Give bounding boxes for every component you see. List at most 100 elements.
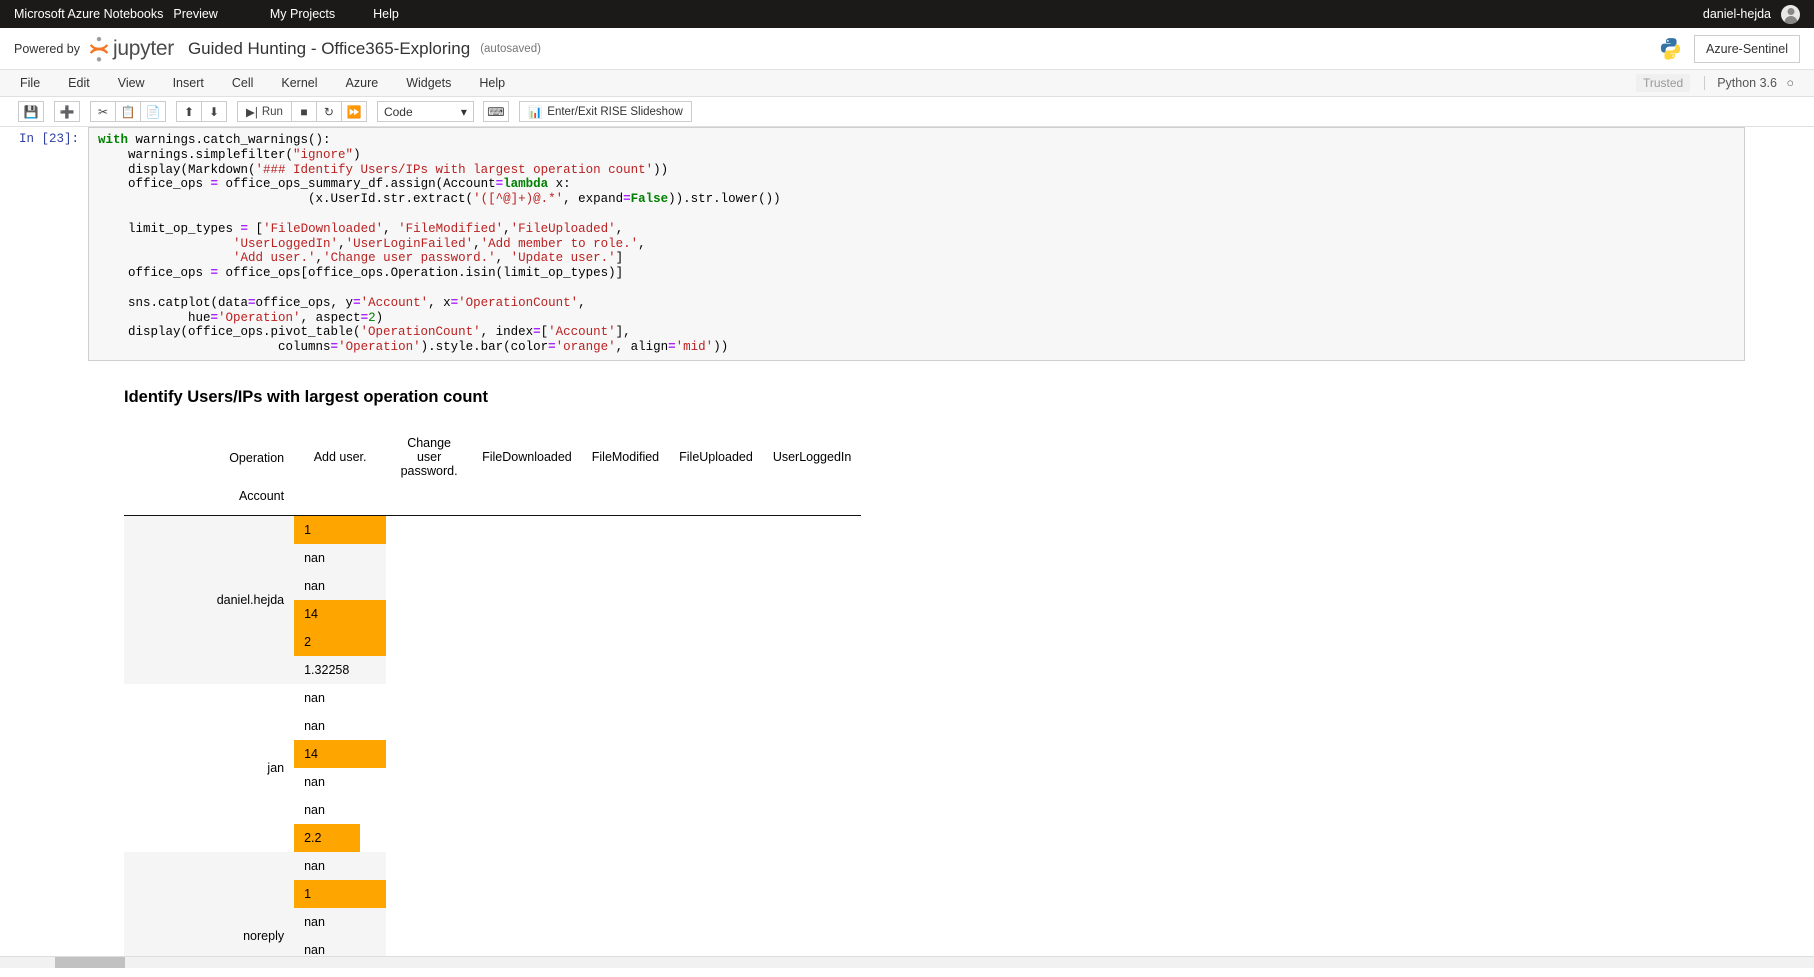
horizontal-scrollbar[interactable] [0, 956, 1814, 968]
pivot-index-spacer-1 [386, 487, 472, 516]
keyboard-icon[interactable]: ⌨ [482, 101, 509, 122]
output-pivot-table-wrap: Operation Add user. Change user password… [124, 429, 1780, 968]
pivot-col-add-user: Add user. [313, 449, 367, 464]
autosave-status: (autosaved) [480, 42, 541, 55]
rise-chart-icon: 📊 [527, 106, 543, 119]
pivot-index-spacer-5 [763, 487, 862, 516]
paste-icon[interactable]: 📄 [140, 101, 166, 122]
table-cell: 1 [294, 515, 387, 544]
kernel-idle-circle-icon: ○ [1786, 76, 1794, 90]
code-source[interactable]: with warnings.catch_warnings(): warnings… [98, 133, 1735, 355]
chevron-down-icon: ▾ [460, 104, 467, 119]
fast-forward-icon[interactable]: ⏩ [340, 101, 367, 122]
pivot-index-spacer-2 [472, 487, 582, 516]
menu-insert[interactable]: Insert [173, 76, 204, 90]
cell-prompt: In [23]: [18, 132, 79, 146]
python-logo-icon [1660, 38, 1681, 60]
kernel-name-text: Python 3.6 [1717, 76, 1777, 90]
pivot-header-row: Operation Add user. Change user password… [124, 429, 861, 487]
restart-circular-arrow-icon[interactable]: ↻ [315, 101, 342, 122]
table-cell: nan [294, 796, 386, 824]
table-cell: nan [294, 572, 386, 600]
table-cell-value: nan [304, 578, 325, 593]
table-cell-value: nan [304, 914, 325, 929]
table-cell-value: nan [304, 942, 325, 957]
pivot-index-account-label: Account [238, 488, 285, 503]
toolbar-group-run: ▶| Run ■ ↻ ⏩ [237, 101, 367, 122]
menu-kernel[interactable]: Kernel [281, 76, 317, 90]
user-avatar-icon[interactable] [1781, 4, 1800, 24]
rise-slideshow-label: Enter/Exit RISE Slideshow [547, 105, 683, 118]
table-cell: 2 [294, 627, 387, 656]
scissors-icon[interactable]: ✂ [90, 101, 116, 122]
toolbar-group-insert: ➕ [54, 101, 80, 122]
table-row: noreplynan1nannannan1.2 [124, 851, 862, 968]
notebook-inner: In [23]: with warnings.catch_warnings():… [0, 127, 1780, 968]
menu-edit[interactable]: Edit [68, 76, 90, 90]
toolbar-group-edit: ✂ 📋 📄 [90, 101, 166, 122]
table-cell: 14 [294, 599, 387, 628]
pivot-table-body: daniel.hejda 1 nan nan 14 2 1.32258 jan nan nan 14… [124, 515, 862, 968]
nav-help[interactable]: Help [373, 7, 399, 21]
pivot-col-userloggedin: UserLoggedIn [772, 449, 852, 464]
menu-cell[interactable]: Cell [232, 76, 254, 90]
table-cell: nan [294, 908, 386, 936]
pivot-index-spacer-3 [582, 487, 669, 516]
toolbar-group-move: ⬆ ⬇ [176, 101, 227, 122]
table-cell-value: nan [304, 774, 325, 789]
cell-input-area[interactable]: with warnings.catch_warnings(): warnings… [88, 127, 1745, 361]
rise-slideshow-button[interactable]: 📊 Enter/Exit RISE Slideshow [518, 101, 692, 122]
stop-square-icon[interactable]: ■ [290, 101, 317, 122]
run-button[interactable]: ▶| Run [237, 101, 292, 122]
menu-help[interactable]: Help [479, 76, 505, 90]
pivot-col-change-user-password: Change user password. [400, 435, 458, 478]
pivot-col-filedownloaded: FileDownloaded [482, 449, 572, 464]
pivot-index-spacer-4 [669, 487, 763, 516]
pivot-index-row: Account [124, 487, 862, 516]
table-cell: nan [294, 684, 386, 712]
table-cell-value: 1 [304, 522, 312, 537]
azure-preview-label: Preview [173, 7, 218, 21]
toolbar-group-file: 💾 [18, 101, 44, 122]
kernel-select-button[interactable]: Azure-Sentinel [1694, 34, 1800, 63]
table-cell-value: 2.2 [304, 830, 322, 845]
plus-icon[interactable]: ➕ [54, 101, 80, 122]
arrow-up-icon[interactable]: ⬆ [176, 101, 202, 122]
table-cell: nan [294, 768, 386, 796]
cell-type-value: Code [383, 104, 413, 119]
table-cell-value: nan [304, 718, 325, 733]
table-row-account-label: jan [267, 760, 285, 775]
notebook-toolbar: 💾 ➕ ✂ 📋 📄 ⬆ ⬇ ▶| Run ■ ↻ ⏩ Code ▾ ⌨ 📊 En… [0, 97, 1814, 127]
table-cell-value: 2 [304, 634, 312, 649]
table-row-account-label: noreply [243, 928, 285, 943]
menu-bar: File Edit View Insert Cell Kernel Azure … [0, 70, 1814, 97]
table-cell-value: 1 [304, 886, 312, 901]
table-cell-value: nan [304, 550, 325, 565]
table-row-account-label: daniel.hejda [216, 592, 285, 607]
table-cell-value: nan [304, 802, 325, 817]
jupyter-mark-icon [89, 36, 109, 61]
menu-azure[interactable]: Azure [346, 76, 379, 90]
pivot-col-fileuploaded: FileUploaded [679, 449, 753, 464]
code-cell[interactable]: In [23]: with warnings.catch_warnings():… [0, 127, 1780, 361]
copy-icon[interactable]: 📋 [115, 101, 141, 122]
menu-view[interactable]: View [118, 76, 145, 90]
table-cell: 14 [294, 739, 387, 768]
run-label: Run [261, 105, 283, 118]
arrow-down-icon[interactable]: ⬇ [201, 101, 227, 122]
nav-my-projects[interactable]: My Projects [270, 7, 335, 21]
pivot-table: Operation Add user. Change user password… [124, 429, 862, 968]
menu-widgets[interactable]: Widgets [406, 76, 451, 90]
kernel-name-label: Python 3.6 ○ [1704, 76, 1794, 90]
cell-type-select[interactable]: Code ▾ [376, 101, 474, 122]
notebook-title[interactable]: Guided Hunting - Office365-Exploring [188, 39, 470, 59]
save-disk-icon[interactable]: 💾 [18, 101, 44, 122]
notebook-body[interactable]: In [23]: with warnings.catch_warnings():… [0, 127, 1814, 968]
azure-top-bar: Microsoft Azure Notebooks Preview My Pro… [0, 0, 1814, 28]
user-name-label: daniel-hejda [1702, 7, 1771, 21]
table-cell: 2.2 [294, 823, 386, 852]
table-cell-value: nan [304, 690, 325, 705]
table-cell-value: 1.32258 [304, 662, 350, 677]
scrollbar-thumb[interactable] [55, 957, 125, 968]
menu-file[interactable]: File [20, 76, 40, 90]
